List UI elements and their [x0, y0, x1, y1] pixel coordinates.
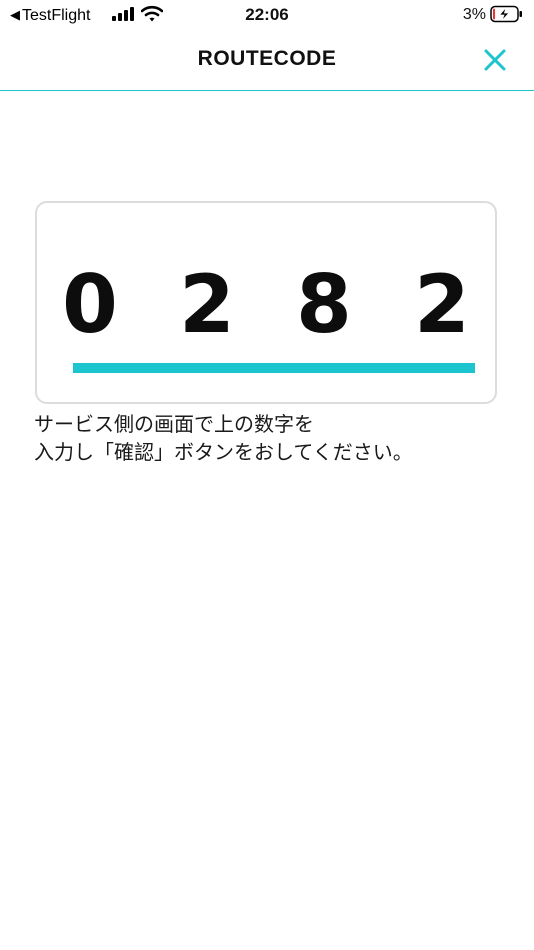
battery-charging-icon	[490, 5, 522, 23]
route-code-card: 0 2 8 2	[35, 201, 497, 404]
status-time: 22:06	[245, 5, 289, 24]
route-code-digits: 0 2 8 2	[55, 265, 479, 345]
code-digit-3: 8	[296, 258, 352, 351]
instruction-line-1: サービス側の画面で上の数字を	[34, 412, 314, 436]
code-digit-1: 0	[62, 258, 118, 351]
close-icon[interactable]	[482, 47, 508, 73]
instruction-line-2: 入力し「確認」ボタンをおしてください。	[34, 440, 413, 464]
battery-level-fill	[493, 8, 496, 20]
battery-percent: 3%	[462, 6, 486, 23]
instruction-text: サービス側の画面で上の数字を 入力し「確認」ボタンをおしてください。	[34, 410, 514, 466]
code-digit-4: 2	[414, 258, 470, 351]
page-title: ROUTECODE	[197, 47, 337, 70]
status-bar: ◀ TestFlight 22:06 3%	[0, 0, 534, 30]
code-underline	[73, 363, 475, 373]
nav-bar: ROUTECODE	[0, 30, 534, 91]
code-digit-2: 2	[179, 258, 235, 351]
